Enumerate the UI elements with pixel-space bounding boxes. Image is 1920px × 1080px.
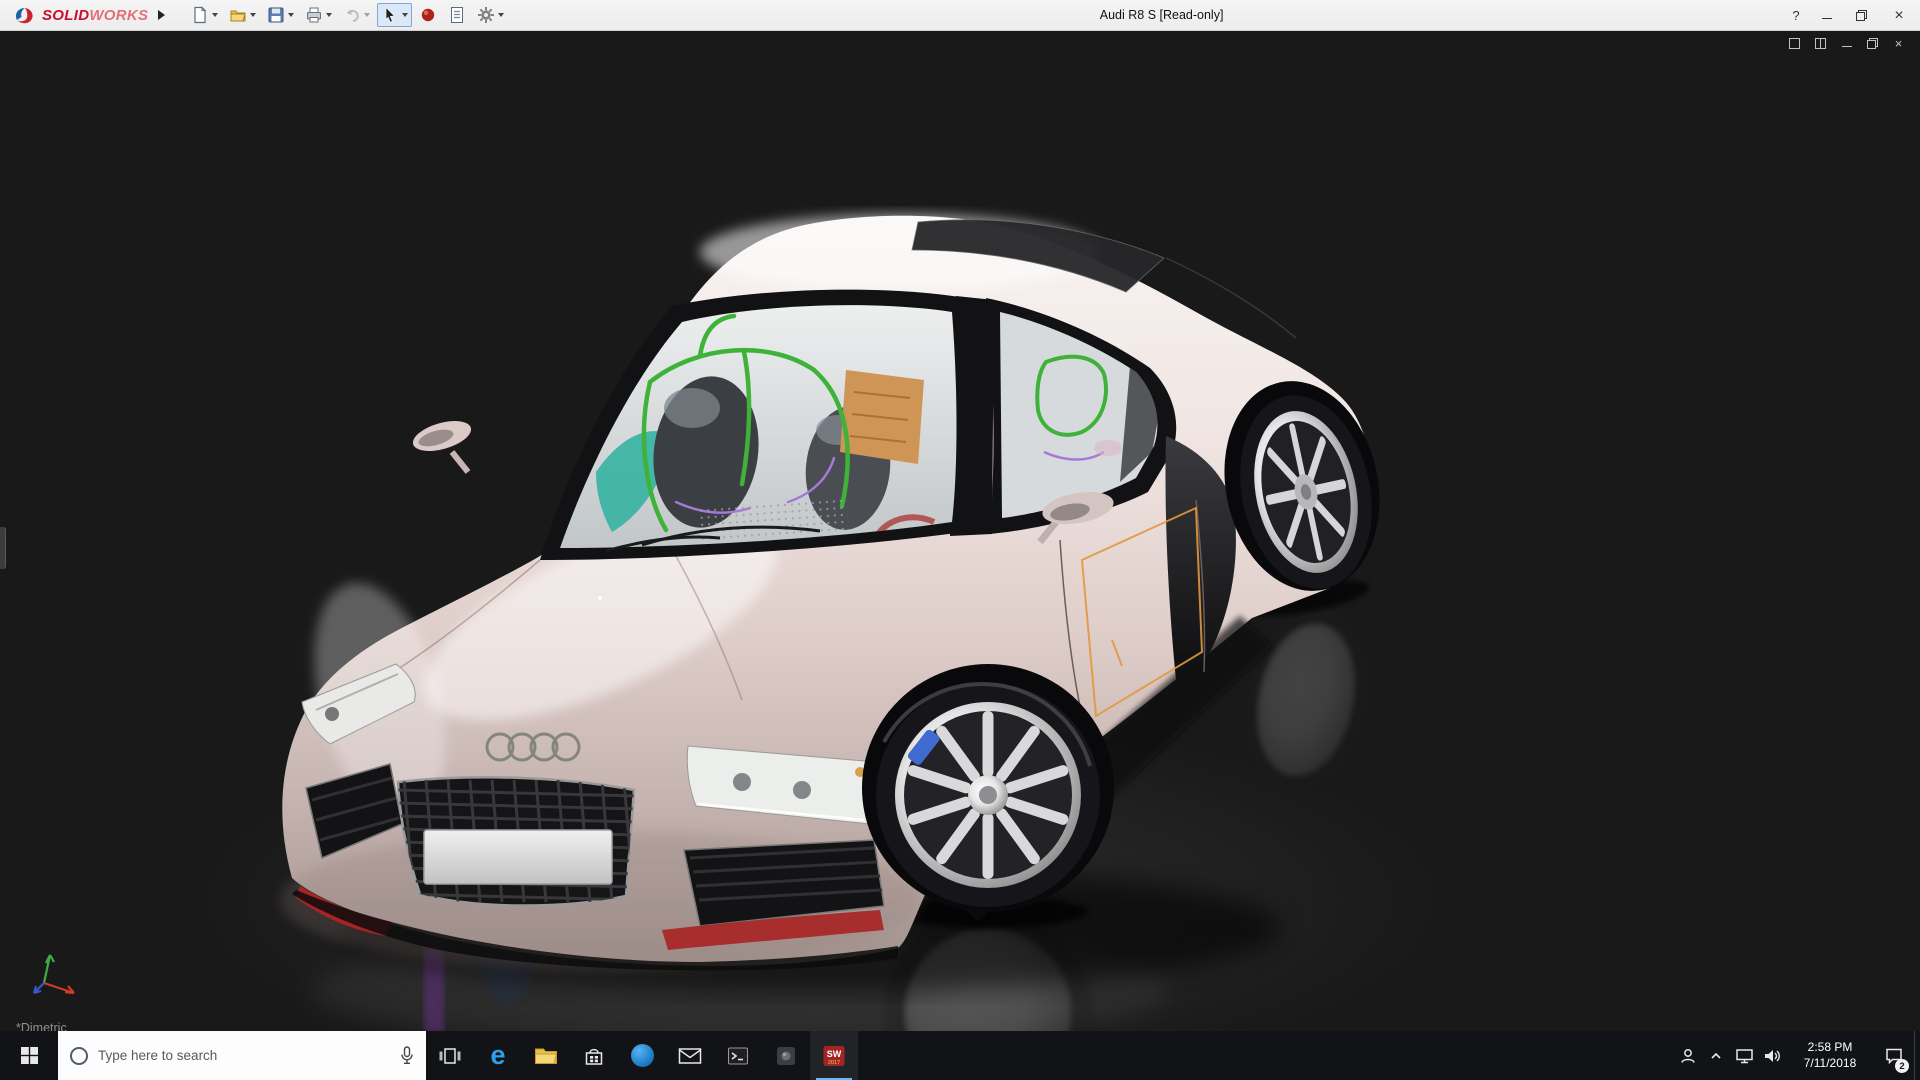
save-icon: [268, 7, 284, 23]
command-prompt-button[interactable]: [714, 1031, 762, 1080]
hidden-icons-button[interactable]: [1702, 1031, 1730, 1080]
svg-text:2017: 2017: [828, 1060, 840, 1066]
cortana-icon: [70, 1046, 88, 1065]
minimize-icon: [1822, 11, 1832, 21]
main-toolbar: [187, 3, 508, 27]
orientation-triad: [32, 954, 75, 995]
print-icon: [307, 7, 322, 23]
new-window-icon: [1789, 38, 1800, 49]
document-window-controls: ×: [1787, 36, 1906, 51]
undo-icon: [347, 9, 360, 22]
3ds-logo-icon: [15, 8, 33, 24]
network-icon: [1735, 1048, 1753, 1063]
minimize-button[interactable]: [1810, 0, 1844, 31]
rebuild-icon: [422, 8, 435, 22]
solidworks-taskbar-button[interactable]: SW 2017: [810, 1031, 858, 1080]
windows-taskbar: Type here to search e SW 2017 2:58 PM 7/…: [0, 1031, 1920, 1080]
dropdown-arrow-icon: [498, 13, 505, 17]
store-bag-icon: [585, 1048, 603, 1065]
mail-button[interactable]: [666, 1031, 714, 1080]
app-button[interactable]: [762, 1031, 810, 1080]
network-button[interactable]: [1730, 1031, 1758, 1080]
show-desktop-button[interactable]: [1914, 1031, 1920, 1080]
edge-button[interactable]: e: [474, 1031, 522, 1080]
solidworks-logo: SOLIDWORKS: [12, 5, 148, 25]
front-wheel: [862, 664, 1114, 912]
blue-circle-app-icon: [630, 1044, 654, 1067]
people-button[interactable]: [1674, 1031, 1702, 1080]
doc-restore-icon: [1867, 38, 1878, 49]
dropdown-arrow-icon: [288, 13, 295, 17]
microphone-icon[interactable]: [400, 1046, 414, 1065]
license-plate: [423, 829, 613, 885]
select-tool-button[interactable]: [377, 3, 413, 27]
window-controls: ? ×: [1782, 0, 1920, 31]
file-explorer-button[interactable]: [522, 1031, 570, 1080]
messaging-app-button[interactable]: [618, 1031, 666, 1080]
dropdown-arrow-icon: [250, 13, 257, 17]
view-orientation-label: *Dimetric: [16, 1021, 67, 1031]
help-button[interactable]: ?: [1782, 0, 1810, 31]
close-button[interactable]: ×: [1878, 0, 1920, 31]
mail-envelope-icon: [678, 1047, 702, 1064]
restore-button[interactable]: [1844, 0, 1878, 31]
new-document-icon: [194, 6, 207, 24]
doc-minimize-button[interactable]: [1839, 36, 1854, 51]
file-properties-icon: [451, 7, 464, 23]
task-view-icon: [439, 1047, 461, 1064]
print-button[interactable]: [301, 3, 336, 27]
car-render: [200, 214, 1440, 1031]
task-view-button[interactable]: [426, 1031, 474, 1080]
solidworks-app-icon: SW 2017: [823, 1045, 845, 1066]
collapsed-panel-tab[interactable]: [0, 527, 6, 569]
notification-badge: 2: [1895, 1059, 1909, 1073]
dropdown-arrow-icon: [402, 13, 409, 17]
new-document-button[interactable]: [187, 3, 222, 27]
windows-logo-icon: [20, 1047, 38, 1064]
doc-cascade-button[interactable]: [1813, 36, 1828, 51]
system-tray: 2:58 PM 7/11/2018 2: [1674, 1031, 1920, 1080]
menu-flyout-arrow-icon[interactable]: [158, 10, 166, 20]
undo-button[interactable]: [339, 3, 374, 27]
speaker-icon: [1764, 1049, 1780, 1062]
doc-restore-button[interactable]: [1865, 36, 1880, 51]
clock-time: 2:58 PM: [1807, 1039, 1853, 1054]
restore-icon: [1855, 10, 1867, 21]
file-properties-button[interactable]: [444, 3, 470, 27]
window-title: Audi R8 S [Read-only]: [1099, 8, 1224, 22]
volume-button[interactable]: [1758, 1031, 1786, 1080]
search-placeholder: Type here to search: [98, 1048, 218, 1063]
options-button[interactable]: [473, 3, 508, 27]
left-mirror: [412, 421, 472, 474]
doc-close-button[interactable]: ×: [1891, 36, 1906, 51]
action-center-button[interactable]: 2: [1874, 1031, 1914, 1080]
select-cursor-icon: [385, 6, 396, 23]
app-icon: [777, 1046, 795, 1065]
dropdown-arrow-icon: [364, 13, 371, 17]
command-prompt-icon: [728, 1047, 748, 1064]
edge-icon: e: [490, 1040, 506, 1070]
dropdown-arrow-icon: [212, 13, 219, 17]
doc-minimize-icon: [1841, 39, 1852, 49]
taskbar-clock[interactable]: 2:58 PM 7/11/2018: [1786, 1031, 1874, 1080]
taskbar-search[interactable]: Type here to search: [58, 1031, 426, 1080]
store-button[interactable]: [570, 1031, 618, 1080]
svg-text:SW: SW: [827, 1049, 842, 1059]
clock-date: 7/11/2018: [1803, 1055, 1857, 1070]
gear-icon: [478, 7, 495, 23]
folder-icon: [535, 1048, 558, 1064]
dropdown-arrow-icon: [326, 13, 333, 17]
chevron-up-icon: [1711, 1052, 1721, 1059]
app-titlebar: SOLIDWORKS Audi R8 S [Read-only] ? ×: [0, 0, 1920, 31]
start-button[interactable]: [0, 1031, 58, 1080]
open-button[interactable]: [225, 3, 260, 27]
brand-name: SOLIDWORKS: [42, 6, 149, 24]
person-icon: [1681, 1048, 1695, 1063]
save-button[interactable]: [263, 3, 298, 27]
doc-new-window-button[interactable]: [1787, 36, 1802, 51]
graphics-area[interactable]: × *Dimetric: [0, 31, 1920, 1031]
cascade-icon: [1815, 38, 1826, 49]
open-folder-icon: [230, 10, 247, 22]
rebuild-button[interactable]: [415, 3, 441, 27]
